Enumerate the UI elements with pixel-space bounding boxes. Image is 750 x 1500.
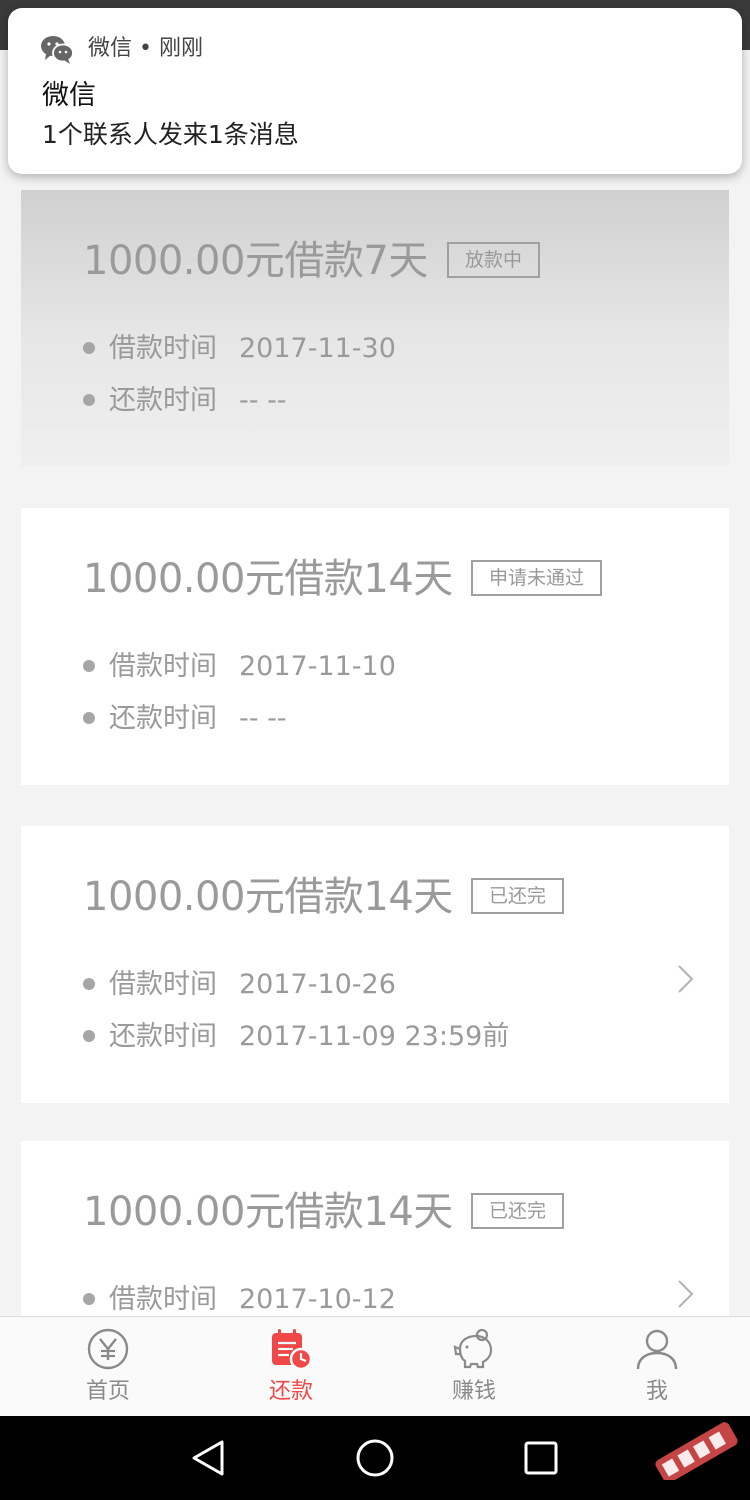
back-triangle-icon[interactable]: [186, 1436, 230, 1480]
repay-time-value: -- --: [239, 703, 287, 734]
tab-repay[interactable]: 还款: [231, 1317, 351, 1417]
repay-time-label: 还款时间: [109, 385, 217, 416]
status-badge: 放款中: [447, 242, 541, 278]
loan-list[interactable]: 1000.00元借款7天 放款中 借款时间 2017-11-30 还款时间 -- -…: [0, 50, 750, 1316]
borrow-time-row: 借款时间 2017-11-30: [83, 331, 396, 367]
borrow-time-row: 借款时间 2017-10-12: [83, 1282, 396, 1316]
loan-title: 1000.00元借款7天: [83, 238, 428, 284]
notification-time: 刚刚: [158, 36, 203, 61]
tab-repay-label: 还款: [268, 1379, 313, 1404]
borrow-time-value: 2017-10-26: [239, 969, 396, 1000]
loan-card[interactable]: 1000.00元借款14天 已还完 借款时间 2017-10-26 还款时间 201…: [21, 826, 729, 1103]
wechat-icon: [41, 36, 74, 64]
tab-earn[interactable]: 赚钱: [414, 1317, 534, 1417]
calendar-clock-icon: [272, 1329, 313, 1371]
loan-title: 1000.00元借款14天: [83, 874, 453, 920]
loan-title: 1000.00元借款14天: [83, 1189, 453, 1235]
home-circle-icon[interactable]: [353, 1436, 397, 1480]
loan-card[interactable]: 1000.00元借款7天 放款中 借款时间 2017-11-30 还款时间 -- -…: [21, 190, 729, 467]
bullet-dot: [83, 659, 95, 672]
borrow-time-row: 借款时间 2017-11-10: [83, 649, 396, 685]
borrow-time-label: 借款时间: [109, 1284, 217, 1315]
bullet-dot: [83, 1029, 95, 1042]
notification-title: 微信: [42, 80, 96, 111]
borrow-time-row: 借款时间 2017-10-26: [83, 967, 396, 1003]
repay-time-label: 还款时间: [109, 1021, 217, 1052]
system-navigation-bar: [0, 1416, 750, 1500]
tab-me-label: 我: [645, 1379, 668, 1404]
repay-time-row: 还款时间 2017-11-09 23:59前: [83, 1019, 509, 1055]
borrow-time-value: 2017-10-12: [239, 1284, 396, 1315]
repay-time-value: 2017-11-09 23:59前: [239, 1021, 510, 1052]
yen-coin-icon: [87, 1328, 129, 1370]
watermark-logo: [655, 1422, 738, 1480]
bullet-dot: [83, 977, 95, 990]
bullet-dot: [83, 341, 95, 354]
bullet-dot: [83, 393, 95, 406]
tab-home[interactable]: 首页: [48, 1317, 168, 1417]
borrow-time-value: 2017-11-30: [239, 333, 396, 364]
recents-square-icon[interactable]: [519, 1436, 563, 1480]
repay-time-label: 还款时间: [109, 703, 217, 734]
repay-time-row: 还款时间 -- --: [83, 701, 287, 737]
bullet-dot: [83, 711, 95, 724]
wechat-notification[interactable]: 微信 • 刚刚 微信 1个联系人发来1条消息: [8, 8, 742, 174]
piggy-bank-icon: [453, 1328, 493, 1369]
loan-card[interactable]: 1000.00元借款14天 申请未通过 借款时间 2017-11-10 还款时间 -…: [21, 508, 729, 785]
status-badge: 已还完: [471, 1193, 565, 1229]
repay-time-value: -- --: [239, 385, 287, 416]
loan-card[interactable]: 1000.00元借款14天 已还完 借款时间 2017-10-12: [21, 1141, 729, 1316]
borrow-time-label: 借款时间: [109, 969, 217, 1000]
chevron-right-icon[interactable]: [675, 963, 697, 995]
bottom-tab-bar: 首页 还款 赚钱 我: [0, 1316, 750, 1416]
status-badge: 已还完: [471, 878, 565, 914]
notification-separator: •: [132, 36, 159, 61]
repay-time-row: 还款时间 -- --: [83, 383, 287, 419]
notification-header: 微信 • 刚刚: [88, 34, 203, 64]
bullet-dot: [83, 1292, 95, 1305]
tab-me[interactable]: 我: [597, 1317, 717, 1417]
status-badge: 申请未通过: [471, 560, 603, 596]
borrow-time-label: 借款时间: [109, 333, 217, 364]
tab-earn-label: 赚钱: [451, 1379, 496, 1404]
chevron-right-icon[interactable]: [675, 1278, 697, 1310]
loan-title: 1000.00元借款14天: [83, 556, 453, 602]
notification-body: 1个联系人发来1条消息: [42, 120, 299, 149]
notification-app-name: 微信: [88, 36, 133, 61]
tab-home-label: 首页: [85, 1379, 130, 1404]
borrow-time-value: 2017-11-10: [239, 651, 396, 682]
borrow-time-label: 借款时间: [109, 651, 217, 682]
user-icon: [636, 1329, 678, 1370]
